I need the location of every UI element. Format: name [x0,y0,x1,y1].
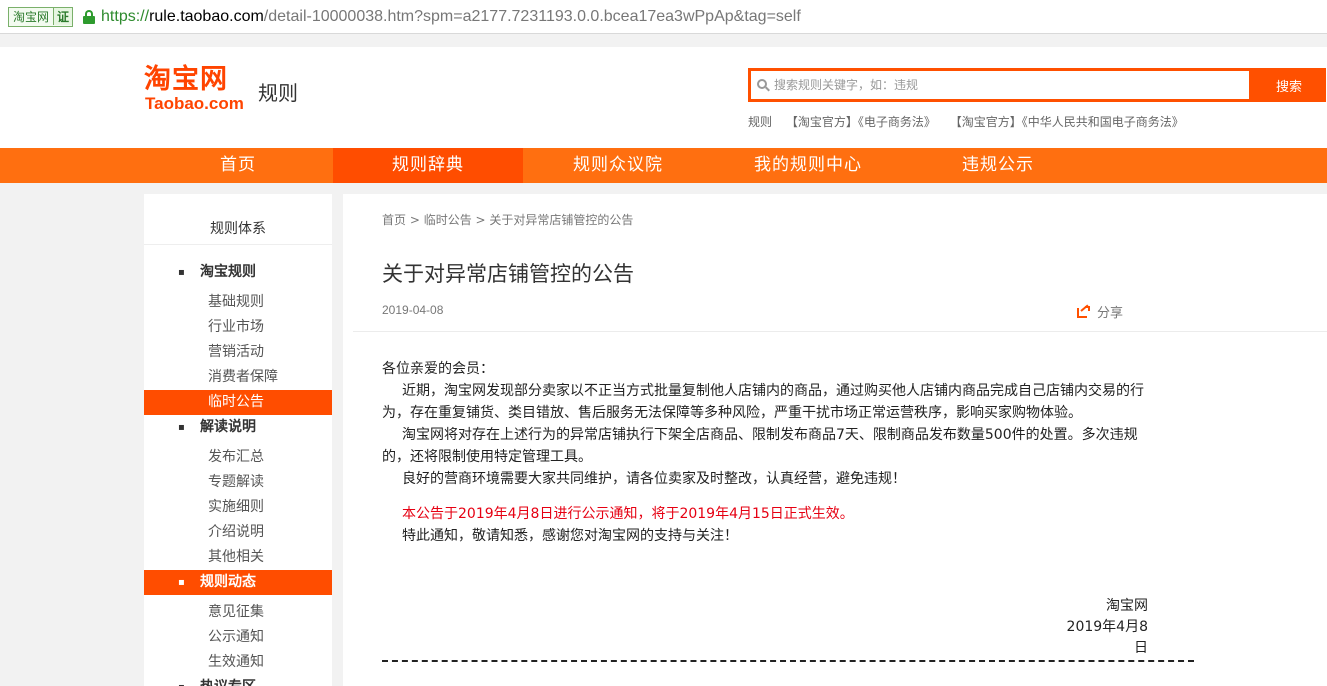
nav-rule-parliament[interactable]: 规则众议院 [523,148,713,183]
sidebar-group-rule-updates[interactable]: ▪ 规则动态 [144,570,332,595]
paragraph: 淘宝网将对存在上述行为的异常店铺执行下架全店商品、限制发布商品7天、限制商品发布… [382,427,1138,465]
search-bar: 搜索 [748,68,1326,102]
site-name: 淘宝网 [13,10,50,24]
site-header: 淘宝网 Taobao.com 规则 搜索 规则 【淘宝官方】《电子商务法》 【淘… [0,47,1327,148]
certificate-icon: 证 [53,8,73,25]
top-spacer [0,35,1327,47]
sidebar-item-release-summary[interactable]: 发布汇总 [144,445,332,470]
search-box [748,68,1252,102]
nav-violation-notice[interactable]: 违规公示 [903,148,1093,183]
site-identity-badge[interactable]: 淘宝网 证 [8,6,74,27]
signature-date: 2019年4月8日 [1066,619,1148,656]
nav-my-rule-center[interactable]: 我的规则中心 [713,148,903,183]
hotword-link[interactable]: 规则 [748,115,772,129]
hot-keywords: 规则 【淘宝官方】《电子商务法》 【淘宝官方】《中华人民共和国电子商务法》 [748,113,1194,130]
breadcrumb-current: 关于对异常店铺管控的公告 [489,213,634,227]
page-title: 关于对异常店铺管控的公告 [382,262,634,286]
sidebar-item-effective-notice[interactable]: 生效通知 [144,650,332,675]
search-input[interactable] [774,78,1234,92]
sidebar-item-introduction[interactable]: 介绍说明 [144,520,332,545]
publish-date: 2019-04-08 [382,303,444,317]
sidebar-item-basic-rules[interactable]: 基础规则 [144,290,332,315]
sidebar-item-public-notice[interactable]: 公示通知 [144,625,332,650]
address-bar[interactable]: 淘宝网 证 https://rule.taobao.com/detail-100… [0,0,1327,34]
sidebar-item-implementation[interactable]: 实施细则 [144,495,332,520]
sidebar-item-temporary-notice[interactable]: 临时公告 [144,390,332,415]
sidebar-item-other[interactable]: 其他相关 [144,545,332,570]
main-nav: 首页 规则辞典 规则众议院 我的规则中心 违规公示 [0,148,1327,183]
greeting: 各位亲爱的会员： [382,361,494,377]
search-icon [757,78,770,92]
hotword-link[interactable]: 【淘宝官方】《电子商务法》 [786,115,936,129]
sidebar-group-taobao-rules[interactable]: ▪ 淘宝规则 [144,260,332,285]
closing-line: 特此通知，敬请知悉，感谢您对淘宝网的支持与关注！ [402,528,738,544]
sidebar-item-industry-market[interactable]: 行业市场 [144,315,332,340]
sidebar-item-topic-interpretation[interactable]: 专题解读 [144,470,332,495]
signature: 淘宝网 [1106,598,1148,614]
divider [353,331,1327,332]
url-text[interactable]: https://rule.taobao.com/detail-10000038.… [101,8,801,26]
lock-icon [83,9,96,24]
dashed-separator [382,660,1194,662]
breadcrumb-home[interactable]: 首页 [382,213,406,227]
sidebar-item-feedback[interactable]: 意见征集 [144,600,332,625]
effective-notice: 本公告于2019年4月8日进行公示通知，将于2019年4月15日正式生效。 [402,506,854,522]
nav-home[interactable]: 首页 [144,148,332,183]
paragraph: 良好的营商环境需要大家共同维护，请各位卖家及时整改，认真经营，避免违规！ [402,471,906,487]
sidebar-item-consumer-protection[interactable]: 消费者保障 [144,365,332,390]
share-button[interactable]: 分享 [1077,302,1123,321]
search-button[interactable]: 搜索 [1252,68,1326,102]
taobao-logo[interactable]: 淘宝网 Taobao.com [144,65,254,113]
nav-rule-dictionary[interactable]: 规则辞典 [333,148,523,183]
hotword-link[interactable]: 【淘宝官方】《中华人民共和国电子商务法》 [950,115,1184,129]
share-icon [1077,303,1090,318]
signature-block: 淘宝网 2019年4月8日 [1063,596,1148,659]
sidebar-group-interpretation[interactable]: ▪ 解读说明 [144,415,332,440]
sidebar-group-hot-discussion[interactable]: ▪热议专区 [144,675,332,686]
share-label: 分享 [1097,306,1124,321]
article-panel: 首页 > 临时公告 > 关于对异常店铺管控的公告 关于对异常店铺管控的公告 20… [343,194,1327,686]
article-body: 各位亲爱的会员： 近期，淘宝网发现部分卖家以不正当方式批量复制他人店铺内的商品，… [382,358,1152,547]
breadcrumb-temporary-notice[interactable]: 临时公告 [424,213,472,227]
paragraph: 近期，淘宝网发现部分卖家以不正当方式批量复制他人店铺内的商品，通过购买他人店铺内… [382,383,1144,421]
sidebar-title: 规则体系 [144,194,332,245]
logo-subtitle: 规则 [258,81,298,105]
sidebar-item-marketing[interactable]: 营销活动 [144,340,332,365]
breadcrumb: 首页 > 临时公告 > 关于对异常店铺管控的公告 [382,213,634,227]
sidebar: 规则体系 ▪ 淘宝规则 基础规则 行业市场 营销活动 消费者保障 临时公告 ▪ 解读… [144,194,332,686]
